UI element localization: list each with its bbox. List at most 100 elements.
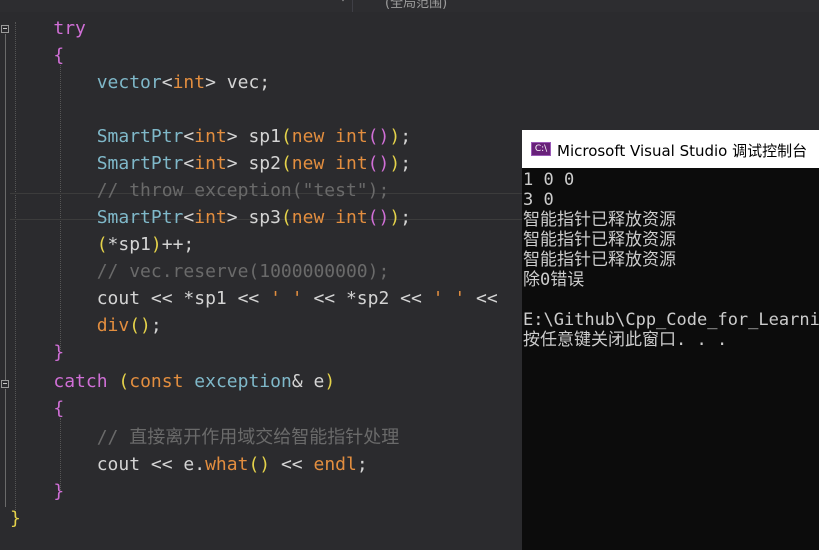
brace: { <box>53 45 65 66</box>
brace: } <box>53 481 65 502</box>
code-text: < <box>161 72 173 93</box>
paren: ( <box>107 371 130 392</box>
code-line: SmartPtr<int> sp2(new int()); <box>10 150 411 177</box>
code-text: ; <box>150 315 162 336</box>
code-text: > sp2 <box>226 153 281 174</box>
code-text: << *sp2 << <box>302 288 433 309</box>
code-line: { <box>10 395 64 422</box>
console-line: 除0错误 <box>523 270 585 290</box>
paren: () <box>367 153 390 174</box>
type-name: SmartPtr <box>96 207 184 228</box>
type-keyword: int <box>194 153 227 174</box>
type-name: vector <box>96 72 162 93</box>
fold-line <box>5 34 6 388</box>
paren: () <box>367 126 390 147</box>
fold-line <box>5 389 6 507</box>
scope-dropdown-label[interactable]: (全局范围) <box>385 0 447 11</box>
brace: } <box>10 508 21 529</box>
paren: ) <box>389 126 401 147</box>
code-line: SmartPtr<int> sp3(new int()); <box>10 204 411 231</box>
code-text: < <box>183 126 195 147</box>
type-keyword: int <box>172 72 206 93</box>
code-line: } <box>10 478 64 505</box>
keyword: new <box>291 207 325 228</box>
code-text: << <box>270 454 314 475</box>
code-line: // throw exception("test"); <box>10 177 390 204</box>
type-keyword: int <box>335 153 368 174</box>
type-keyword: int <box>335 126 368 147</box>
console-line: 智能指针已释放资源 <box>523 250 676 270</box>
comment: // 直接离开作用域交给智能指针处理 <box>96 427 400 448</box>
paren: ( <box>280 126 292 147</box>
type-name: exception <box>194 371 292 392</box>
outlining-margin <box>0 12 10 550</box>
fold-toggle-icon[interactable] <box>1 25 9 33</box>
member-dropdown[interactable]: ▾ <box>0 0 353 12</box>
code-line: cout << e.what() << endl; <box>10 451 368 478</box>
type-keyword: int <box>194 126 227 147</box>
code-line: } <box>10 339 64 366</box>
console-title: Microsoft Visual Studio 调试控制台 <box>557 142 808 160</box>
code-text: ; <box>400 153 412 174</box>
char-literal: ' ' <box>432 288 466 309</box>
paren: ( <box>96 234 108 255</box>
console-line: 3 0 <box>523 190 554 210</box>
code-text: & e <box>291 371 325 392</box>
keyword: new <box>291 153 325 174</box>
keyword: catch <box>53 371 108 392</box>
paren: ( <box>280 153 292 174</box>
code-line: (*sp1)++; <box>10 231 195 258</box>
code-line: vector<int> vec; <box>10 69 270 96</box>
code-text: ; <box>400 126 412 147</box>
code-text: cout << e. <box>96 454 206 475</box>
paren: () <box>367 207 390 228</box>
code-line: } <box>10 505 21 532</box>
vs-debug-console-icon: C:\ <box>531 142 551 156</box>
brace: { <box>53 398 65 419</box>
paren: ) <box>324 371 336 392</box>
paren: () <box>248 454 271 475</box>
paren: ) <box>389 153 401 174</box>
keyword: new <box>291 126 325 147</box>
code-text: cout << *sp1 << <box>96 288 271 309</box>
code-text: < <box>183 153 195 174</box>
type-keyword: int <box>194 207 227 228</box>
keyword: const <box>129 371 184 392</box>
code-line: div(); <box>10 312 162 339</box>
comment: // vec.reserve(1000000000); <box>96 261 390 282</box>
code-line: SmartPtr<int> sp1(new int()); <box>10 123 411 150</box>
code-line: try <box>10 15 86 42</box>
code-text: *sp1 <box>107 234 151 255</box>
console-line: 1 0 0 <box>523 170 575 190</box>
console-line: 智能指针已释放资源 <box>523 210 676 230</box>
function-name: div <box>96 315 130 336</box>
code-text: < <box>183 207 195 228</box>
brace: } <box>53 342 65 363</box>
code-text: << <box>465 288 498 309</box>
keyword: try <box>53 18 86 39</box>
code-text: > sp1 <box>226 126 281 147</box>
console-line: 按任意键关闭此窗口. . . <box>523 330 728 350</box>
chevron-down-icon[interactable]: ▾ <box>340 0 346 5</box>
function-name: what <box>205 454 249 475</box>
debug-console-window[interactable]: C:\ Microsoft Visual Studio 调试控制台 1 0 0 … <box>522 130 819 550</box>
console-line: E:\Github\Cpp_Code_for_Learning <box>523 310 819 330</box>
console-line: 智能指针已释放资源 <box>523 230 676 250</box>
code-line: // 直接离开作用域交给智能指针处理 <box>10 424 400 451</box>
code-text: ++; <box>161 234 195 255</box>
paren: () <box>129 315 151 336</box>
paren: ) <box>389 207 401 228</box>
navigation-bar: ▾ (全局范围) <box>0 0 819 12</box>
code-line: catch (const exception& e) <box>10 368 335 395</box>
console-output[interactable]: 1 0 0 3 0 智能指针已释放资源 智能指针已释放资源 智能指针已释放资源 … <box>522 170 819 550</box>
paren: ) <box>150 234 162 255</box>
console-title-bar[interactable]: C:\ Microsoft Visual Studio 调试控制台 <box>522 130 819 168</box>
code-text: > vec; <box>205 72 271 93</box>
code-line: { <box>10 42 64 69</box>
identifier: endl <box>313 454 357 475</box>
fold-toggle-icon[interactable] <box>1 380 9 388</box>
code-line: cout << *sp1 << ' ' << *sp2 << ' ' << <box>10 285 498 312</box>
type-keyword: int <box>335 207 368 228</box>
char-literal: ' ' <box>270 288 303 309</box>
